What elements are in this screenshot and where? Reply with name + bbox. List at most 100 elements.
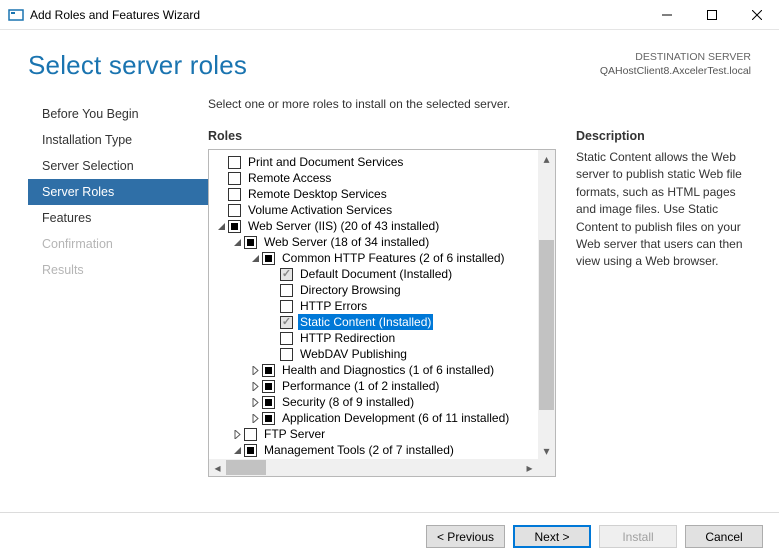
tree-node-label[interactable]: Web Server (IIS) (20 of 43 installed) bbox=[246, 218, 441, 234]
tree-checkbox[interactable] bbox=[244, 444, 257, 457]
nav-item-server-selection[interactable]: Server Selection bbox=[28, 153, 208, 179]
tree-checkbox[interactable] bbox=[228, 188, 241, 201]
nav-item-before-you-begin[interactable]: Before You Begin bbox=[28, 101, 208, 127]
tree-node[interactable]: Security (8 of 9 installed) bbox=[213, 394, 538, 410]
tree-node[interactable]: Default Document (Installed) bbox=[213, 266, 538, 282]
collapse-icon[interactable] bbox=[215, 220, 227, 232]
close-button[interactable] bbox=[734, 0, 779, 30]
tree-node[interactable]: Management Tools (2 of 7 installed) bbox=[213, 442, 538, 458]
minimize-button[interactable] bbox=[644, 0, 689, 30]
vertical-scrollbar[interactable]: ▴ ▾ bbox=[538, 150, 555, 459]
tree-node-label[interactable]: Web Server (18 of 34 installed) bbox=[262, 234, 431, 250]
expand-icon[interactable] bbox=[249, 396, 261, 408]
tree-node-label[interactable]: Remote Access bbox=[246, 170, 333, 186]
tree-node-label[interactable]: Static Content (Installed) bbox=[298, 314, 433, 330]
tree-node[interactable]: Volume Activation Services bbox=[213, 202, 538, 218]
scroll-down-arrow-icon[interactable]: ▾ bbox=[538, 442, 555, 459]
collapse-icon[interactable] bbox=[231, 444, 243, 456]
tree-node-label[interactable]: Performance (1 of 2 installed) bbox=[280, 378, 441, 394]
page-title: Select server roles bbox=[28, 50, 600, 81]
tree-node[interactable]: Health and Diagnostics (1 of 6 installed… bbox=[213, 362, 538, 378]
tree-checkbox[interactable] bbox=[262, 252, 275, 265]
tree-node-label[interactable]: Security (8 of 9 installed) bbox=[280, 394, 416, 410]
tree-node[interactable]: HTTP Redirection bbox=[213, 330, 538, 346]
description-heading: Description bbox=[576, 129, 751, 143]
wizard-header: Select server roles DESTINATION SERVER Q… bbox=[0, 30, 779, 97]
scroll-up-arrow-icon[interactable]: ▴ bbox=[538, 150, 555, 167]
tree-node[interactable]: Print and Document Services bbox=[213, 154, 538, 170]
tree-checkbox[interactable] bbox=[280, 316, 293, 329]
horizontal-scrollbar[interactable]: ◂ ▸ bbox=[209, 459, 555, 476]
scroll-corner bbox=[538, 459, 555, 476]
expand-icon[interactable] bbox=[249, 380, 261, 392]
scroll-left-arrow-icon[interactable]: ◂ bbox=[209, 459, 226, 476]
tree-checkbox[interactable] bbox=[280, 268, 293, 281]
cancel-button[interactable]: Cancel bbox=[685, 525, 763, 548]
tree-node-label[interactable]: WebDAV Publishing bbox=[298, 346, 409, 362]
nav-item-installation-type[interactable]: Installation Type bbox=[28, 127, 208, 153]
maximize-button[interactable] bbox=[689, 0, 734, 30]
tree-checkbox[interactable] bbox=[262, 396, 275, 409]
horizontal-scroll-thumb[interactable] bbox=[226, 460, 266, 475]
nav-item-confirmation: Confirmation bbox=[28, 231, 208, 257]
tree-checkbox[interactable] bbox=[262, 412, 275, 425]
tree-checkbox[interactable] bbox=[262, 380, 275, 393]
tree-node-label[interactable]: Print and Document Services bbox=[246, 154, 405, 170]
tree-node[interactable]: Remote Access bbox=[213, 170, 538, 186]
expand-icon[interactable] bbox=[249, 412, 261, 424]
tree-checkbox[interactable] bbox=[262, 364, 275, 377]
next-button[interactable]: Next > bbox=[513, 525, 591, 548]
tree-node[interactable]: Static Content (Installed) bbox=[213, 314, 538, 330]
tree-node-label[interactable]: Health and Diagnostics (1 of 6 installed… bbox=[280, 362, 496, 378]
nav-item-results: Results bbox=[28, 257, 208, 283]
expand-icon[interactable] bbox=[231, 428, 243, 440]
tree-checkbox[interactable] bbox=[228, 204, 241, 217]
destination-value: QAHostClient8.AxcelerTest.local bbox=[600, 64, 751, 78]
tree-node-label[interactable]: Common HTTP Features (2 of 6 installed) bbox=[280, 250, 507, 266]
tree-checkbox[interactable] bbox=[280, 332, 293, 345]
tree-checkbox[interactable] bbox=[228, 156, 241, 169]
tree-node-label[interactable]: Management Tools (2 of 7 installed) bbox=[262, 442, 456, 458]
tree-node-label[interactable]: FTP Server bbox=[262, 426, 327, 442]
tree-node[interactable]: Web Server (18 of 34 installed) bbox=[213, 234, 538, 250]
tree-node[interactable]: Performance (1 of 2 installed) bbox=[213, 378, 538, 394]
description-text: Static Content allows the Web server to … bbox=[576, 149, 751, 271]
tree-checkbox[interactable] bbox=[228, 220, 241, 233]
tree-node-label[interactable]: HTTP Errors bbox=[298, 298, 369, 314]
roles-tree-container: Print and Document ServicesRemote Access… bbox=[208, 149, 556, 477]
previous-button[interactable]: < Previous bbox=[426, 525, 505, 548]
tree-node-label[interactable]: HTTP Redirection bbox=[298, 330, 397, 346]
wizard-footer: < Previous Next > Install Cancel bbox=[0, 512, 779, 560]
install-button: Install bbox=[599, 525, 677, 548]
collapse-icon[interactable] bbox=[249, 252, 261, 264]
tree-checkbox[interactable] bbox=[244, 236, 257, 249]
nav-item-features[interactable]: Features bbox=[28, 205, 208, 231]
tree-node-label[interactable]: Directory Browsing bbox=[298, 282, 403, 298]
tree-node[interactable]: FTP Server bbox=[213, 426, 538, 442]
tree-node[interactable]: Application Development (6 of 11 install… bbox=[213, 410, 538, 426]
tree-checkbox[interactable] bbox=[244, 428, 257, 441]
nav-item-server-roles[interactable]: Server Roles bbox=[28, 179, 208, 205]
destination-info: DESTINATION SERVER QAHostClient8.Axceler… bbox=[600, 50, 751, 78]
tree-node[interactable]: Directory Browsing bbox=[213, 282, 538, 298]
tree-node-label[interactable]: Remote Desktop Services bbox=[246, 186, 389, 202]
tree-node-label[interactable]: Default Document (Installed) bbox=[298, 266, 454, 282]
tree-node[interactable]: WebDAV Publishing bbox=[213, 346, 538, 362]
tree-node-label[interactable]: Application Development (6 of 11 install… bbox=[280, 410, 511, 426]
instruction-text: Select one or more roles to install on t… bbox=[208, 97, 556, 111]
tree-node-label[interactable]: Volume Activation Services bbox=[246, 202, 394, 218]
expand-icon[interactable] bbox=[249, 364, 261, 376]
roles-tree[interactable]: Print and Document ServicesRemote Access… bbox=[209, 150, 538, 459]
tree-node[interactable]: Common HTTP Features (2 of 6 installed) bbox=[213, 250, 538, 266]
tree-node[interactable]: Remote Desktop Services bbox=[213, 186, 538, 202]
tree-checkbox[interactable] bbox=[280, 348, 293, 361]
tree-node[interactable]: HTTP Errors bbox=[213, 298, 538, 314]
vertical-scroll-thumb[interactable] bbox=[539, 240, 554, 410]
destination-label: DESTINATION SERVER bbox=[600, 50, 751, 64]
tree-checkbox[interactable] bbox=[228, 172, 241, 185]
tree-checkbox[interactable] bbox=[280, 284, 293, 297]
collapse-icon[interactable] bbox=[231, 236, 243, 248]
scroll-right-arrow-icon[interactable]: ▸ bbox=[521, 459, 538, 476]
tree-checkbox[interactable] bbox=[280, 300, 293, 313]
tree-node[interactable]: Web Server (IIS) (20 of 43 installed) bbox=[213, 218, 538, 234]
